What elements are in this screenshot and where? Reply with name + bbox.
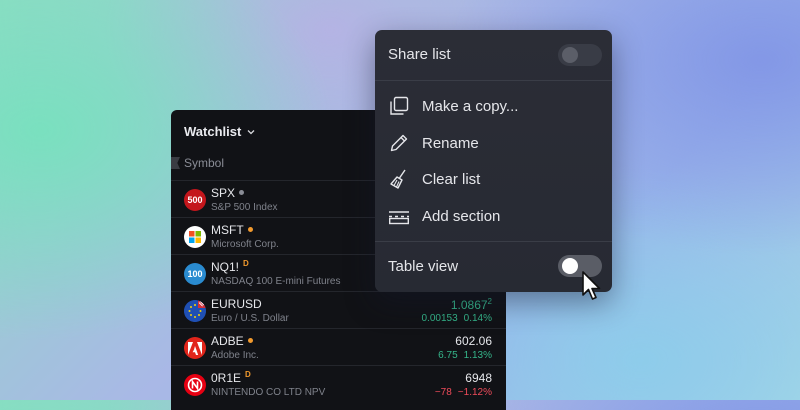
change-value: −78 [434, 387, 452, 398]
change: 6.75 1.13% [438, 350, 492, 361]
change-percent: 1.13% [463, 350, 492, 361]
watchlist-context-menu: Share list Make a copy... Rename Clear l… [375, 30, 612, 292]
menu-divider [375, 80, 612, 81]
chevron-down-icon [247, 129, 255, 134]
description: S&P 500 Index [211, 202, 278, 213]
column-label: Symbol [184, 156, 225, 170]
change-value: 6.75 [438, 350, 458, 361]
menu-item-label: Add section [422, 207, 501, 225]
copy-icon [390, 96, 409, 115]
nasdaq-logo-icon: 100 [184, 263, 206, 285]
menu-item-label: Make a copy... [422, 97, 519, 115]
symbol: EURUSD [211, 297, 262, 311]
menu-divider [375, 241, 612, 242]
watchlist-title: Watchlist [184, 124, 242, 139]
change: 0.00153 0.14% [421, 313, 492, 324]
symbol: ADBE [211, 334, 244, 348]
description: NASDAQ 100 E-mini Futures [211, 276, 341, 287]
table-row[interactable]: ADBE Adobe Inc. 602.06 6.75 1.13% [171, 328, 506, 365]
table-row[interactable]: EURUSD Euro / U.S. Dollar 1.08672 0.0015… [171, 291, 506, 328]
description: NINTENDO CO LTD NPV [211, 387, 326, 398]
section-icon [389, 211, 410, 225]
broom-icon [390, 169, 406, 189]
change-value: 0.00153 [421, 313, 458, 324]
change-percent: −1.12% [457, 387, 492, 398]
change-percent: 0.14% [463, 313, 492, 324]
menu-item-label: Rename [422, 134, 479, 152]
nintendo-logo-icon [184, 374, 206, 396]
menu-item-add-section[interactable]: Add section [388, 205, 500, 227]
toggle-knob [562, 47, 578, 63]
adobe-logo-icon [184, 337, 206, 359]
symbol: MSFT [211, 223, 244, 237]
price-value: 1.0867 [450, 298, 488, 312]
spx-logo-icon: 500 [184, 189, 206, 211]
menu-item-clear-list[interactable]: Clear list [388, 168, 480, 190]
menu-item-rename[interactable]: Rename [388, 132, 479, 154]
share-list-toggle[interactable] [558, 44, 602, 66]
status-dot-icon [247, 227, 253, 232]
pencil-icon [390, 134, 408, 152]
delayed-marker: D [245, 370, 251, 379]
description: Euro / U.S. Dollar [211, 313, 289, 324]
menu-item-make-copy[interactable]: Make a copy... [388, 95, 518, 117]
logo-text: 100 [187, 269, 203, 279]
description: Microsoft Corp. [211, 239, 279, 250]
price: 1.08672 [451, 297, 492, 312]
symbol: 0R1E [211, 371, 242, 385]
symbol: NQ1! [211, 260, 240, 274]
delayed-marker: D [243, 259, 249, 268]
mouse-cursor-icon [582, 271, 601, 300]
price: 602.06 [455, 334, 492, 348]
change: −78 −1.12% [435, 387, 492, 398]
status-dot-icon [239, 190, 245, 195]
flag-icon [171, 157, 180, 169]
table-view-label: Table view [388, 258, 459, 275]
description: Adobe Inc. [211, 350, 259, 361]
menu-item-label: Clear list [422, 170, 481, 188]
price: 6948 [465, 371, 492, 385]
logo-text: 500 [187, 195, 203, 205]
status-dot-icon [247, 338, 253, 343]
eu-us-flag-icon [184, 300, 206, 322]
toggle-knob [562, 258, 578, 274]
price-fraction: 2 [487, 297, 492, 306]
microsoft-logo-icon [184, 226, 206, 248]
watchlist-title-button[interactable]: Watchlist [184, 124, 256, 139]
symbol: SPX [211, 186, 236, 200]
column-header-symbol[interactable]: Symbol [171, 156, 224, 170]
table-row[interactable]: 0R1E D NINTENDO CO LTD NPV 6948 −78 −1.12… [171, 365, 506, 402]
share-list-label: Share list [388, 46, 451, 63]
